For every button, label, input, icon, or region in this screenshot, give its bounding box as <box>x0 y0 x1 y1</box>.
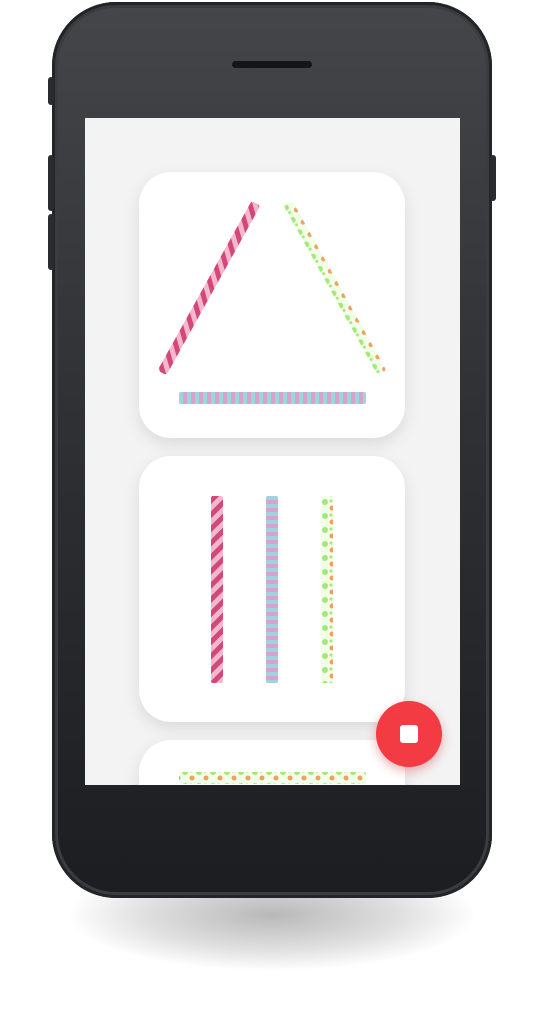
mute-switch <box>48 77 54 105</box>
stick-blue-vertical <box>266 496 278 683</box>
stop-button[interactable] <box>376 701 442 767</box>
vertical-sticks <box>211 496 333 683</box>
horizontal-stick <box>179 772 366 784</box>
device-stage <box>0 0 544 1034</box>
stick-green-vertical <box>321 496 333 683</box>
triangle-sticks <box>158 201 386 404</box>
stick-green-horizontal <box>179 772 366 784</box>
power-button <box>490 155 496 201</box>
earpiece-speaker <box>232 61 312 68</box>
stick-pink-body <box>158 201 260 375</box>
app-screen <box>85 118 460 785</box>
card-three-vertical[interactable] <box>139 456 405 722</box>
stick-green-body <box>284 201 386 375</box>
card-triangle[interactable] <box>139 172 405 438</box>
stick-green-dots <box>284 201 386 375</box>
volume-down-button <box>48 214 54 270</box>
volume-up-button <box>48 155 54 211</box>
stick-pink-vertical <box>211 496 223 683</box>
stick-pink <box>158 201 260 375</box>
card-single-horizontal[interactable] <box>139 740 405 785</box>
stick-blue <box>179 392 366 404</box>
stop-icon <box>400 725 418 743</box>
